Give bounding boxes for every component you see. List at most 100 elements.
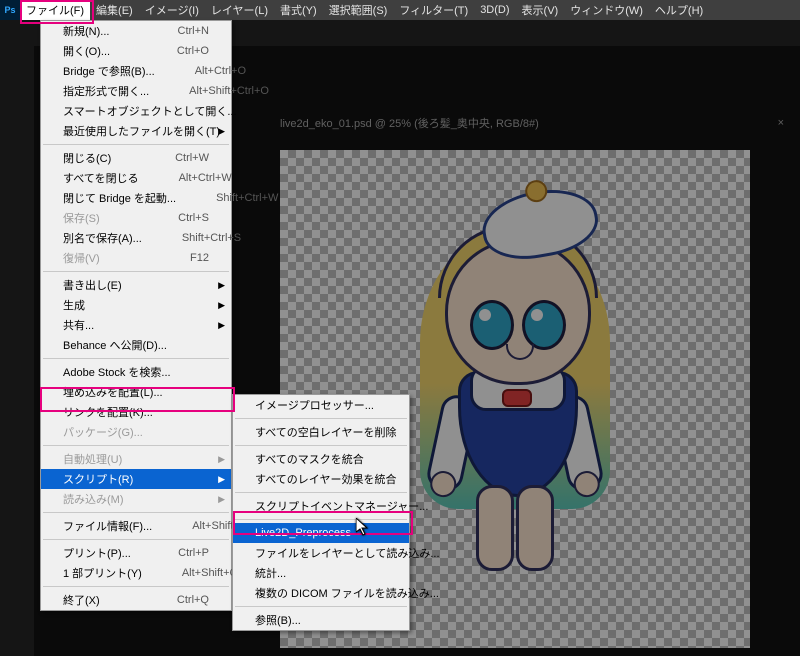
file-menu-item-label: 1 部プリント(Y) — [63, 565, 182, 581]
script-menu-item-10[interactable]: ファイルをレイヤーとして読み込み... — [233, 543, 409, 563]
file-menu-item-label: 埋め込みを配置(L)... — [63, 384, 209, 400]
file-menu-item-17[interactable]: Behance へ公開(D)... — [41, 335, 231, 355]
menubar-item-4[interactable]: 書式(Y) — [274, 0, 323, 20]
menubar-item-2[interactable]: イメージ(I) — [139, 0, 205, 20]
app-logo: Ps — [0, 0, 20, 20]
file-menu-item-1[interactable]: 開く(O)...Ctrl+O — [41, 41, 231, 61]
menubar-item-0[interactable]: ファイル(F) — [20, 0, 90, 20]
menubar-item-7[interactable]: 3D(D) — [474, 0, 515, 20]
script-menu-item-4[interactable]: すべてのマスクを統合 — [233, 449, 409, 469]
menubar-item-1[interactable]: 編集(E) — [90, 0, 139, 20]
chevron-right-icon: ▶ — [218, 126, 225, 137]
file-menu-item-14[interactable]: 書き出し(E) ▶ — [41, 275, 231, 295]
script-menu-item-label: すべてのマスクを統合 — [255, 451, 404, 467]
file-menu-item-33[interactable]: 終了(X)Ctrl+Q — [41, 590, 231, 610]
file-menu-item-shortcut: Alt+Ctrl+O — [195, 65, 246, 77]
file-menu-separator — [43, 445, 229, 446]
file-menu-item-label: 閉じる(C) — [63, 150, 175, 166]
script-submenu: イメージプロセッサー... すべての空白レイヤーを削除すべてのマスクを統合すべての… — [232, 394, 410, 631]
file-menu-item-shortcut: Alt+Ctrl+W — [179, 172, 232, 184]
file-menu-item-shortcut: Ctrl+W — [175, 152, 209, 164]
script-menu-item-label: 統計... — [255, 565, 387, 581]
file-menu-item-label: 最近使用したファイルを開く(T) — [63, 123, 260, 139]
file-menu-item-22: パッケージ(G)... — [41, 422, 231, 442]
file-menu-separator — [43, 539, 229, 540]
file-menu-item-shortcut: Ctrl+S — [178, 212, 209, 224]
menubar-item-5[interactable]: 選択範囲(S) — [323, 0, 394, 20]
chevron-right-icon: ▶ — [218, 320, 225, 331]
file-menu-item-12: 復帰(V)F12 — [41, 248, 231, 268]
file-menu-item-8[interactable]: すべてを閉じるAlt+Ctrl+W — [41, 168, 231, 188]
file-menu-item-label: 別名で保存(A)... — [63, 230, 182, 246]
file-menu-item-26: 読み込み(M) ▶ — [41, 489, 231, 509]
chevron-right-icon: ▶ — [218, 474, 225, 485]
file-menu-item-21[interactable]: リンクを配置(K)... — [41, 402, 231, 422]
script-menu-item-label: 参照(B)... — [255, 612, 387, 628]
script-menu-item-11[interactable]: 統計... — [233, 563, 409, 583]
chevron-right-icon: ▶ — [218, 280, 225, 291]
file-menu-item-16[interactable]: 共有...▶ — [41, 315, 231, 335]
file-menu-item-label: 閉じて Bridge を起動... — [63, 190, 216, 206]
file-menu-item-28[interactable]: ファイル情報(F)...Alt+Shift+Ctrl+I — [41, 516, 231, 536]
file-menu-item-label: 開く(O)... — [63, 43, 177, 59]
script-menu-item-9[interactable]: Live2D_Preprocess — [233, 523, 409, 543]
menubar-item-3[interactable]: レイヤー(L) — [205, 0, 274, 20]
script-menu-item-7[interactable]: スクリプトイベントマネージャー... — [233, 496, 409, 516]
file-menu-item-label: 指定形式で開く... — [63, 83, 189, 99]
script-menu-item-label: スクリプトイベントマネージャー... — [255, 498, 468, 514]
file-menu-item-label: すべてを閉じる — [63, 170, 179, 186]
file-menu-separator — [43, 512, 229, 513]
file-menu-separator — [43, 144, 229, 145]
file-menu-item-label: 書き出し(E) — [63, 277, 209, 293]
file-menu-item-label: 保存(S) — [63, 210, 178, 226]
artwork-character — [410, 199, 620, 579]
file-menu-item-10: 保存(S)Ctrl+S — [41, 208, 231, 228]
menubar-item-9[interactable]: ウィンドウ(W) — [564, 0, 649, 20]
file-menu-item-19[interactable]: Adobe Stock を検索... — [41, 362, 231, 382]
file-menu-item-5[interactable]: 最近使用したファイルを開く(T)▶ — [41, 121, 231, 141]
script-menu-item-12[interactable]: 複数の DICOM ファイルを読み込み... — [233, 583, 409, 603]
file-menu-item-4[interactable]: スマートオブジェクトとして開く... — [41, 101, 231, 121]
script-menu-item-0[interactable]: イメージプロセッサー... — [233, 395, 409, 415]
file-menu-item-15[interactable]: 生成 ▶ — [41, 295, 231, 315]
file-menu-separator — [43, 358, 229, 359]
script-menu-separator — [235, 492, 407, 493]
script-menu-item-label: すべての空白レイヤーを削除 — [255, 424, 436, 440]
file-menu-item-25[interactable]: スクリプト(R)▶ — [41, 469, 231, 489]
file-menu-item-3[interactable]: 指定形式で開く...Alt+Shift+Ctrl+O — [41, 81, 231, 101]
chevron-right-icon: ▶ — [218, 494, 225, 505]
menubar-item-10[interactable]: ヘルプ(H) — [649, 0, 709, 20]
script-menu-item-label: 複数の DICOM ファイルを読み込み... — [255, 585, 479, 601]
menubar-item-6[interactable]: フィルター(T) — [393, 0, 474, 20]
tool-bar — [0, 46, 34, 656]
file-menu-separator — [43, 271, 229, 272]
file-menu-item-shortcut: Ctrl+P — [178, 547, 209, 559]
script-menu-item-label: すべてのレイヤー効果を統合 — [255, 471, 436, 487]
file-menu-item-0[interactable]: 新規(N)...Ctrl+N — [41, 21, 231, 41]
file-menu-item-label: 復帰(V) — [63, 250, 190, 266]
script-menu-item-label: イメージプロセッサー... — [255, 397, 414, 413]
script-menu-separator — [235, 418, 407, 419]
file-menu-dropdown: 新規(N)...Ctrl+N開く(O)...Ctrl+OBridge で参照(B… — [40, 20, 232, 611]
file-menu-item-label: 生成 — [63, 297, 209, 313]
close-icon[interactable]: × — [778, 117, 784, 129]
file-menu-item-20[interactable]: 埋め込みを配置(L)... — [41, 382, 231, 402]
file-menu-item-shortcut: Ctrl+N — [178, 25, 209, 37]
document-tab[interactable]: live2d_eko_01.psd @ 25% (後ろ髪_奥中央, RGB/8#… — [280, 112, 792, 134]
file-menu-item-30[interactable]: プリント(P)...Ctrl+P — [41, 543, 231, 563]
file-menu-item-shortcut: Shift+Ctrl+S — [182, 232, 241, 244]
file-menu-item-2[interactable]: Bridge で参照(B)...Alt+Ctrl+O — [41, 61, 231, 81]
file-menu-item-shortcut: F12 — [190, 252, 209, 264]
file-menu-item-31[interactable]: 1 部プリント(Y)Alt+Shift+Ctrl+P — [41, 563, 231, 583]
file-menu-item-label: 読み込み(M) — [63, 491, 209, 507]
script-menu-item-2[interactable]: すべての空白レイヤーを削除 — [233, 422, 409, 442]
script-menu-item-14[interactable]: 参照(B)... — [233, 610, 409, 630]
chevron-right-icon: ▶ — [218, 300, 225, 311]
menubar-item-8[interactable]: 表示(V) — [516, 0, 565, 20]
file-menu-separator — [43, 586, 229, 587]
file-menu-item-9[interactable]: 閉じて Bridge を起動...Shift+Ctrl+W — [41, 188, 231, 208]
menu-bar: Ps ファイル(F)編集(E)イメージ(I)レイヤー(L)書式(Y)選択範囲(S… — [0, 0, 800, 20]
file-menu-item-11[interactable]: 別名で保存(A)...Shift+Ctrl+S — [41, 228, 231, 248]
script-menu-item-5[interactable]: すべてのレイヤー効果を統合 — [233, 469, 409, 489]
file-menu-item-7[interactable]: 閉じる(C)Ctrl+W — [41, 148, 231, 168]
